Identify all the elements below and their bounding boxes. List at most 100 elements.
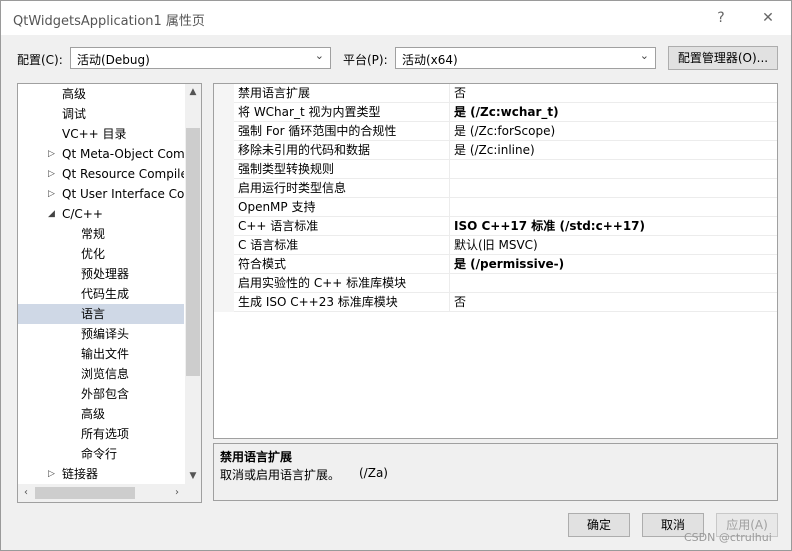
tree-item[interactable]: 代码生成 [18, 284, 184, 304]
property-value[interactable]: ISO C++17 标准 (/std:c++17) [454, 218, 645, 235]
config-manager-button[interactable]: 配置管理器(O)... [668, 46, 778, 70]
tree-item[interactable]: 所有选项 [18, 424, 184, 444]
tree-item[interactable]: 调试 [18, 104, 184, 124]
scroll-up-icon[interactable]: ▲ [185, 84, 201, 100]
scroll-down-icon[interactable]: ▼ [185, 468, 201, 484]
property-name: C 语言标准 [238, 238, 299, 252]
tree-item[interactable]: 常规 [18, 224, 184, 244]
property-row[interactable]: 符合模式 是 (/permissive-) [214, 255, 777, 274]
tree-item[interactable]: 优化 [18, 244, 184, 264]
property-row[interactable]: 生成 ISO C++23 标准库模块 否 [214, 293, 777, 312]
description-body: 取消或启用语言扩展。 [220, 468, 341, 482]
property-name: 启用运行时类型信息 [238, 181, 347, 195]
row-gutter [214, 84, 234, 103]
expand-icon[interactable]: ▷ [48, 144, 55, 164]
tree-item-label: 命令行 [81, 447, 118, 461]
column-divider [449, 293, 450, 312]
tree-item-label: 优化 [81, 247, 106, 261]
tree-item-label: 代码生成 [81, 287, 130, 301]
row-gutter [214, 293, 234, 312]
column-divider [449, 179, 450, 198]
column-divider [449, 160, 450, 179]
description-panel: 禁用语言扩展 取消或启用语言扩展。 (/Za) [213, 443, 778, 501]
column-divider [449, 122, 450, 141]
property-name: 禁用语言扩展 [238, 86, 311, 100]
property-value[interactable]: 是 (/Zc:inline) [454, 142, 535, 159]
tree-item-label: Qt Meta-Object Com [62, 147, 184, 161]
help-button[interactable]: ? [709, 7, 733, 29]
property-row[interactable]: 禁用语言扩展 否 [214, 84, 777, 103]
expand-icon[interactable]: ▷ [48, 164, 55, 184]
config-select[interactable]: 活动(Debug) ⌄ [70, 47, 331, 69]
column-divider [449, 84, 450, 103]
tree-item[interactable]: ▷ Qt User Interface Co [18, 184, 184, 204]
expand-icon[interactable]: ▷ [48, 184, 55, 204]
collapse-icon[interactable]: ◢ [48, 204, 55, 224]
tree-item[interactable]: 高级 [18, 404, 184, 424]
tree-item-label: 高级 [62, 87, 87, 101]
tree-item[interactable]: 语言 [18, 304, 184, 324]
expand-icon[interactable]: ▷ [48, 464, 55, 484]
config-value: 活动(Debug) [77, 53, 150, 67]
property-row[interactable]: C 语言标准 默认(旧 MSVC) [214, 236, 777, 255]
tree-item[interactable]: ▷ 链接器 [18, 464, 184, 484]
property-name: 将 WChar_t 视为内置类型 [238, 105, 381, 119]
tree-item[interactable]: ◢ C/C++ [18, 204, 184, 224]
column-divider [449, 217, 450, 236]
property-row[interactable]: OpenMP 支持 [214, 198, 777, 217]
column-divider [449, 236, 450, 255]
property-name: 移除未引用的代码和数据 [238, 143, 371, 157]
scroll-right-icon[interactable]: › [169, 484, 185, 502]
column-divider [449, 255, 450, 274]
column-divider [449, 274, 450, 293]
row-gutter [214, 274, 234, 293]
tree-item-label: 输出文件 [81, 347, 130, 361]
row-divider [234, 311, 777, 312]
tree-item[interactable]: VC++ 目录 [18, 124, 184, 144]
close-button[interactable]: ✕ [756, 7, 780, 29]
tree-item-label: 预编译头 [81, 327, 130, 341]
scroll-left-icon[interactable]: ‹ [18, 484, 34, 502]
tree-item[interactable]: 预编译头 [18, 324, 184, 344]
property-name: 强制类型转换规则 [238, 162, 335, 176]
property-value[interactable]: 否 [454, 294, 466, 311]
tree-item[interactable]: 外部包含 [18, 384, 184, 404]
tree-item-label: 浏览信息 [81, 367, 130, 381]
tree-item[interactable]: ▷ Qt Meta-Object Com [18, 144, 184, 164]
property-value[interactable]: 是 (/Zc:wchar_t) [454, 104, 559, 121]
tree-item-label: 链接器 [62, 467, 99, 481]
column-divider [449, 141, 450, 160]
property-value[interactable]: 是 (/Zc:forScope) [454, 123, 555, 140]
property-row[interactable]: C++ 语言标准 ISO C++17 标准 (/std:c++17) [214, 217, 777, 236]
tree-item[interactable]: 预处理器 [18, 264, 184, 284]
property-value[interactable]: 否 [454, 85, 466, 102]
ok-button[interactable]: 确定 [568, 513, 630, 537]
property-row[interactable]: 强制类型转换规则 [214, 160, 777, 179]
tree-item[interactable]: 高级 [18, 84, 184, 104]
tree-item[interactable]: ▷ Qt Resource Compile [18, 164, 184, 184]
row-gutter [214, 141, 234, 160]
tree-item[interactable]: 命令行 [18, 444, 184, 464]
row-gutter [214, 198, 234, 217]
property-row[interactable]: 将 WChar_t 视为内置类型 是 (/Zc:wchar_t) [214, 103, 777, 122]
property-value[interactable]: 默认(旧 MSVC) [454, 237, 538, 254]
property-name: OpenMP 支持 [238, 200, 316, 214]
scroll-thumb[interactable] [186, 128, 200, 376]
tree-vertical-scrollbar[interactable]: ▲ ▼ [185, 84, 201, 484]
tree-item[interactable]: 浏览信息 [18, 364, 184, 384]
tree-horizontal-scrollbar[interactable]: ‹ › [18, 484, 185, 502]
tree-item-label: 高级 [81, 407, 106, 421]
hscroll-thumb[interactable] [35, 487, 135, 499]
chevron-down-icon: ⌄ [639, 49, 649, 62]
platform-select[interactable]: 活动(x64) ⌄ [395, 47, 656, 69]
property-row[interactable]: 强制 For 循环范围中的合规性 是 (/Zc:forScope) [214, 122, 777, 141]
property-value[interactable]: 是 (/permissive-) [454, 256, 564, 273]
settings-tree: 高级 调试 VC++ 目录 ▷ Qt Meta-Object Com ▷ Qt Resour… [17, 83, 202, 503]
property-name: 生成 ISO C++23 标准库模块 [238, 295, 398, 309]
column-divider [449, 198, 450, 217]
property-row[interactable]: 启用运行时类型信息 [214, 179, 777, 198]
property-row[interactable]: 启用实验性的 C++ 标准库模块 [214, 274, 777, 293]
property-row[interactable]: 移除未引用的代码和数据 是 (/Zc:inline) [214, 141, 777, 160]
tree-item-label: 所有选项 [81, 427, 130, 441]
tree-item[interactable]: 输出文件 [18, 344, 184, 364]
